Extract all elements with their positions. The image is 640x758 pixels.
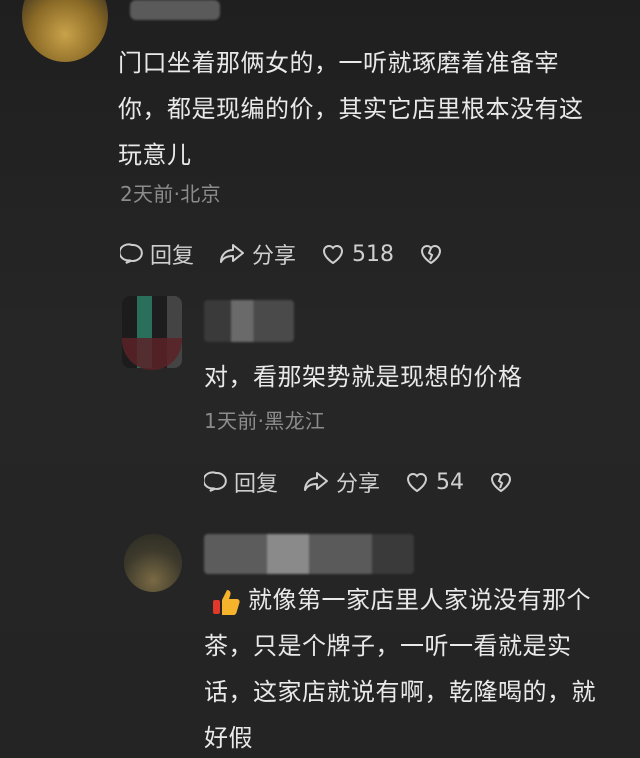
broken-heart-icon bbox=[421, 245, 442, 265]
like-count: 54 bbox=[436, 469, 465, 495]
username-blurred[interactable] bbox=[204, 534, 414, 574]
dislike-button[interactable] bbox=[488, 470, 520, 494]
username-blurred[interactable] bbox=[204, 300, 294, 342]
comment-actions: 回复 分享 518 bbox=[120, 238, 474, 270]
share-icon bbox=[304, 472, 329, 491]
reply-icon bbox=[120, 243, 143, 264]
comment-text: 就像第一家店里人家说没有那个 茶，只是个牌子，一听一看就是实 话，这家店就说有啊… bbox=[204, 586, 596, 752]
like-button[interactable]: 54 bbox=[404, 470, 464, 495]
reply-button[interactable]: 回复 bbox=[120, 238, 194, 270]
like-count: 518 bbox=[352, 241, 395, 267]
comment-meta: 1天前·黑龙江 bbox=[204, 409, 326, 433]
avatar[interactable] bbox=[124, 534, 182, 592]
dislike-button[interactable] bbox=[418, 242, 450, 266]
heart-icon bbox=[407, 473, 428, 493]
broken-heart-icon bbox=[491, 473, 512, 493]
share-button[interactable]: 分享 bbox=[218, 238, 296, 270]
username-blurred[interactable] bbox=[130, 0, 220, 20]
comment-actions: 回复 分享 54 bbox=[204, 466, 544, 498]
reply-button[interactable]: 回复 bbox=[204, 466, 278, 498]
reply-label: 回复 bbox=[234, 472, 279, 497]
share-label: 分享 bbox=[252, 244, 297, 269]
comment-text: 门口坐着那俩女的，一听就琢磨着准备宰 你，都是现编的价，其实它店里根本没有这 玩… bbox=[118, 49, 584, 169]
share-label: 分享 bbox=[336, 472, 381, 497]
comment-thread: 门口坐着那俩女的，一听就琢磨着准备宰 你，都是现编的价，其实它店里根本没有这 玩… bbox=[0, 0, 640, 758]
reply-icon bbox=[204, 471, 227, 492]
share-button[interactable]: 分享 bbox=[302, 466, 380, 498]
share-icon bbox=[220, 244, 245, 263]
heart-icon bbox=[323, 245, 344, 265]
comment-text: 对，看那架势就是现想的价格 bbox=[204, 363, 523, 391]
comment-meta: 2天前·北京 bbox=[120, 182, 221, 206]
reply-label: 回复 bbox=[150, 244, 195, 269]
like-button[interactable]: 518 bbox=[320, 242, 394, 267]
avatar[interactable] bbox=[22, 0, 108, 62]
